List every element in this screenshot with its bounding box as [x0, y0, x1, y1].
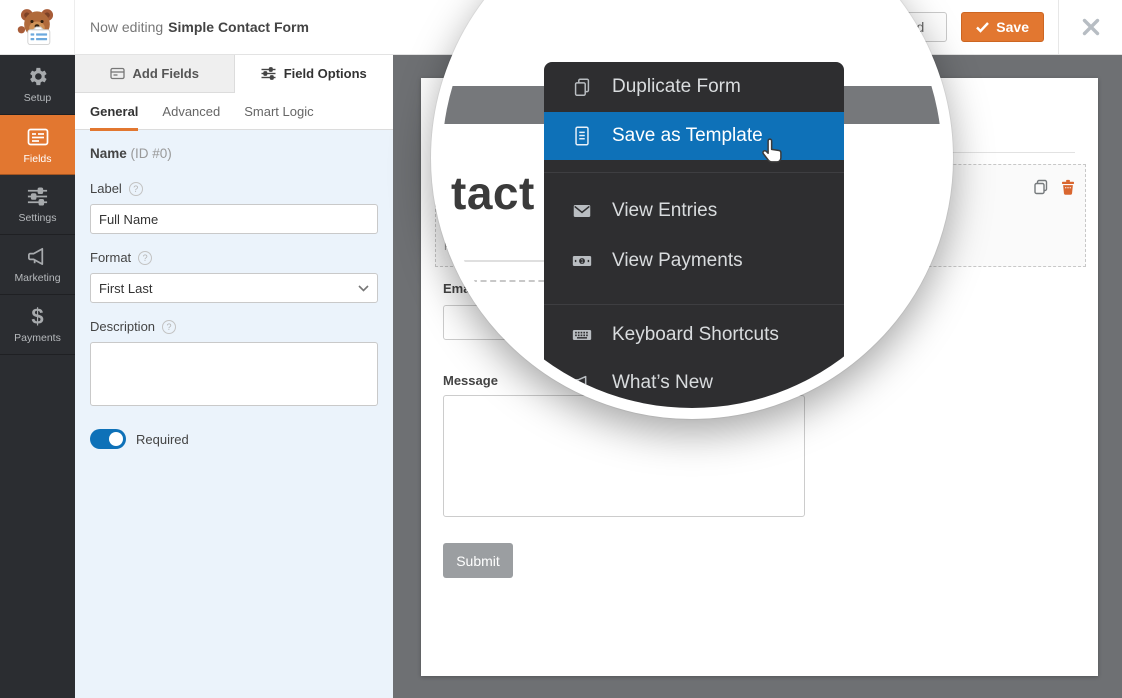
- envelope-icon: [570, 199, 594, 223]
- hand-cursor-icon: [758, 136, 788, 166]
- sliders-icon: [26, 185, 49, 208]
- help-tooltip-icon[interactable]: ?: [162, 320, 176, 334]
- duplicate-field-icon[interactable]: [1032, 178, 1050, 201]
- duplicate-icon: [570, 75, 594, 99]
- wpforms-logo: [0, 0, 75, 54]
- document-icon: [570, 124, 594, 148]
- dollar-icon: $: [31, 306, 43, 328]
- submit-button[interactable]: Submit: [443, 543, 513, 578]
- menu-item-duplicate-form[interactable]: Duplicate Form: [544, 62, 844, 112]
- sidebar-item-label: Payments: [14, 332, 61, 344]
- option-group-tabs: General Advanced Smart Logic: [75, 93, 393, 130]
- now-editing-text: Now editingSimple Contact Form: [90, 0, 309, 54]
- menu-separator: [544, 172, 844, 173]
- svg-text:1: 1: [581, 259, 584, 265]
- tab-add-fields[interactable]: Add Fields: [75, 55, 235, 93]
- description-textarea[interactable]: [90, 342, 378, 406]
- subtab-general[interactable]: General: [90, 93, 138, 130]
- wpforms-builder: Simple Contact Form Name First: [0, 0, 1122, 698]
- sidebar-item-marketing[interactable]: Marketing: [0, 235, 75, 295]
- magnified-form-title-fragment: tact: [451, 166, 535, 220]
- keyboard-icon: [570, 323, 594, 347]
- field-options-panel: Add Fields Field Options General Advance…: [75, 55, 393, 698]
- format-option-label: Format ?: [90, 250, 378, 265]
- sidebar-item-setup[interactable]: Setup: [0, 55, 75, 115]
- delete-field-icon[interactable]: [1059, 178, 1077, 201]
- megaphone-icon: [570, 371, 594, 395]
- menu-item-save-as-template[interactable]: Save as Template: [544, 112, 844, 160]
- help-tooltip-icon[interactable]: ?: [129, 182, 143, 196]
- sidebar-item-label: Fields: [23, 153, 51, 165]
- builder-sidebar: Setup Fields Settings Marketing $ Paymen…: [0, 55, 75, 698]
- sidebar-item-label: Setup: [24, 92, 51, 104]
- checkmark-icon: [976, 22, 989, 33]
- sidebar-item-payments[interactable]: $ Payments: [0, 295, 75, 355]
- menu-item-whats-new[interactable]: What’s New: [544, 361, 844, 405]
- close-icon: [1082, 18, 1100, 36]
- sidebar-item-settings[interactable]: Settings: [0, 175, 75, 235]
- label-option-label: Label ?: [90, 181, 378, 196]
- sidebar-item-label: Settings: [19, 212, 57, 224]
- close-builder-button[interactable]: [1058, 0, 1122, 54]
- sidebar-item-fields[interactable]: Fields: [0, 115, 75, 175]
- subtab-advanced[interactable]: Advanced: [162, 93, 220, 130]
- message-textarea[interactable]: [443, 395, 805, 517]
- field-title: Name (ID #0): [90, 146, 378, 161]
- message-field-label: Message: [443, 373, 498, 388]
- field-options-icon: [261, 67, 276, 80]
- form-fields-icon: [26, 125, 50, 149]
- required-toggle[interactable]: [90, 429, 126, 449]
- magnified-title-divider: [442, 260, 546, 262]
- add-fields-icon: [110, 67, 125, 80]
- required-toggle-label: Required: [136, 432, 189, 447]
- description-option-label: Description ?: [90, 319, 378, 334]
- editing-form-name: Simple Contact Form: [168, 19, 309, 35]
- subtab-smart-logic[interactable]: Smart Logic: [244, 93, 313, 130]
- chevron-down-icon: [358, 285, 369, 292]
- tab-field-options[interactable]: Field Options: [235, 55, 394, 93]
- save-button[interactable]: Save: [961, 12, 1044, 42]
- format-select[interactable]: First Last: [90, 273, 378, 303]
- builder-dropdown-menu: Duplicate Form Save as Template View Ent…: [544, 62, 844, 414]
- menu-separator: [544, 304, 844, 305]
- gear-icon: [26, 65, 49, 88]
- menu-item-keyboard-shortcuts[interactable]: Keyboard Shortcuts: [544, 313, 844, 357]
- sidebar-item-label: Marketing: [14, 272, 60, 284]
- help-tooltip-icon[interactable]: ?: [138, 251, 152, 265]
- menu-item-view-payments[interactable]: 1 View Payments: [544, 238, 844, 284]
- magnified-field-dashed-border: [442, 280, 554, 282]
- label-input[interactable]: [90, 204, 378, 234]
- megaphone-icon: [26, 245, 49, 268]
- money-bill-icon: 1: [570, 249, 594, 273]
- menu-item-view-entries[interactable]: View Entries: [544, 188, 844, 234]
